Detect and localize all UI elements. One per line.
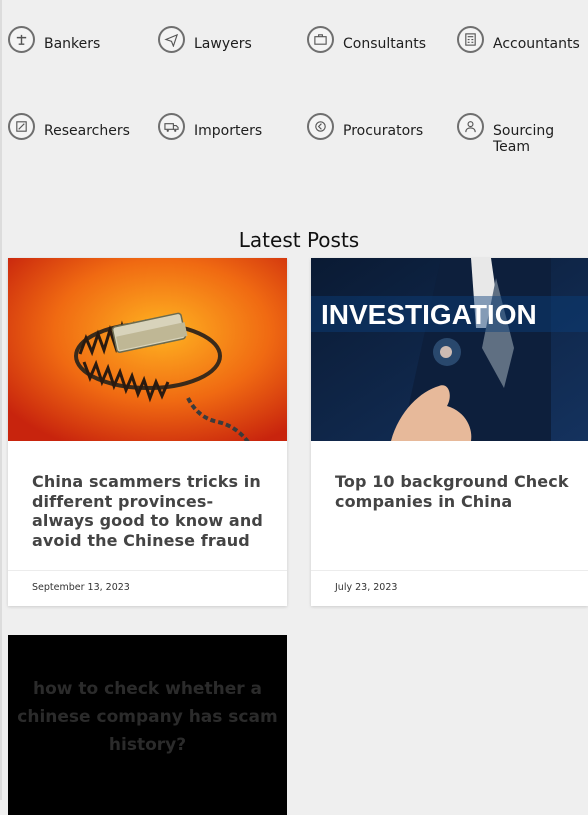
audience-item-sourcing-team[interactable]: Sourcing Team xyxy=(457,113,583,155)
audience-item-lawyers[interactable]: Lawyers xyxy=(158,26,284,53)
audience-item-researchers[interactable]: Researchers xyxy=(8,113,134,140)
investigation-image-text: INVESTIGATION xyxy=(321,299,537,330)
audience-label: Sourcing Team xyxy=(493,123,555,155)
research-icon xyxy=(8,113,35,140)
post-date: July 23, 2023 xyxy=(335,582,398,593)
post-image-bear-trap[interactable] xyxy=(8,258,287,444)
audience-label: Importers xyxy=(194,123,263,139)
audience-label: Researchers xyxy=(44,123,130,139)
audience-item-procurators[interactable]: Procurators xyxy=(307,113,433,140)
briefcase-icon xyxy=(307,26,334,53)
card-divider xyxy=(311,570,588,571)
bank-icon xyxy=(8,26,35,53)
audience-item-bankers[interactable]: Bankers xyxy=(8,26,134,53)
audience-label: Lawyers xyxy=(194,36,252,52)
audience-grid: Bankers Lawyers Consultants Accountants … xyxy=(0,0,588,180)
audience-label: Accountants xyxy=(493,36,580,52)
audience-item-accountants[interactable]: Accountants xyxy=(457,26,583,53)
post-image-investigation[interactable]: INVESTIGATION xyxy=(311,258,588,441)
post-title[interactable]: Top 10 background Check companies in Chi… xyxy=(335,472,570,511)
truck-icon xyxy=(158,113,185,140)
paper-plane-icon xyxy=(158,26,185,53)
post-date: September 13, 2023 xyxy=(32,582,130,593)
card-divider xyxy=(8,570,287,571)
post-card-3[interactable]: how to check whether a chinese company h… xyxy=(8,635,287,815)
audience-item-importers[interactable]: Importers xyxy=(158,113,284,140)
audience-label: Bankers xyxy=(44,36,101,52)
audience-label: Consultants xyxy=(343,36,426,52)
audience-item-consultants[interactable]: Consultants xyxy=(307,26,433,53)
post-card-1[interactable]: China scammers tricks in different provi… xyxy=(8,258,287,606)
calculator-icon xyxy=(457,26,484,53)
post-card-2[interactable]: INVESTIGATION Top 10 background Check co… xyxy=(311,258,588,606)
arrow-left-circle-icon xyxy=(307,113,334,140)
section-title: Latest Posts xyxy=(238,228,360,252)
post-title[interactable]: China scammers tricks in different provi… xyxy=(32,472,269,550)
post-image-text[interactable]: how to check whether a chinese company h… xyxy=(8,675,287,759)
user-icon xyxy=(457,113,484,140)
audience-label: Procurators xyxy=(343,123,424,139)
